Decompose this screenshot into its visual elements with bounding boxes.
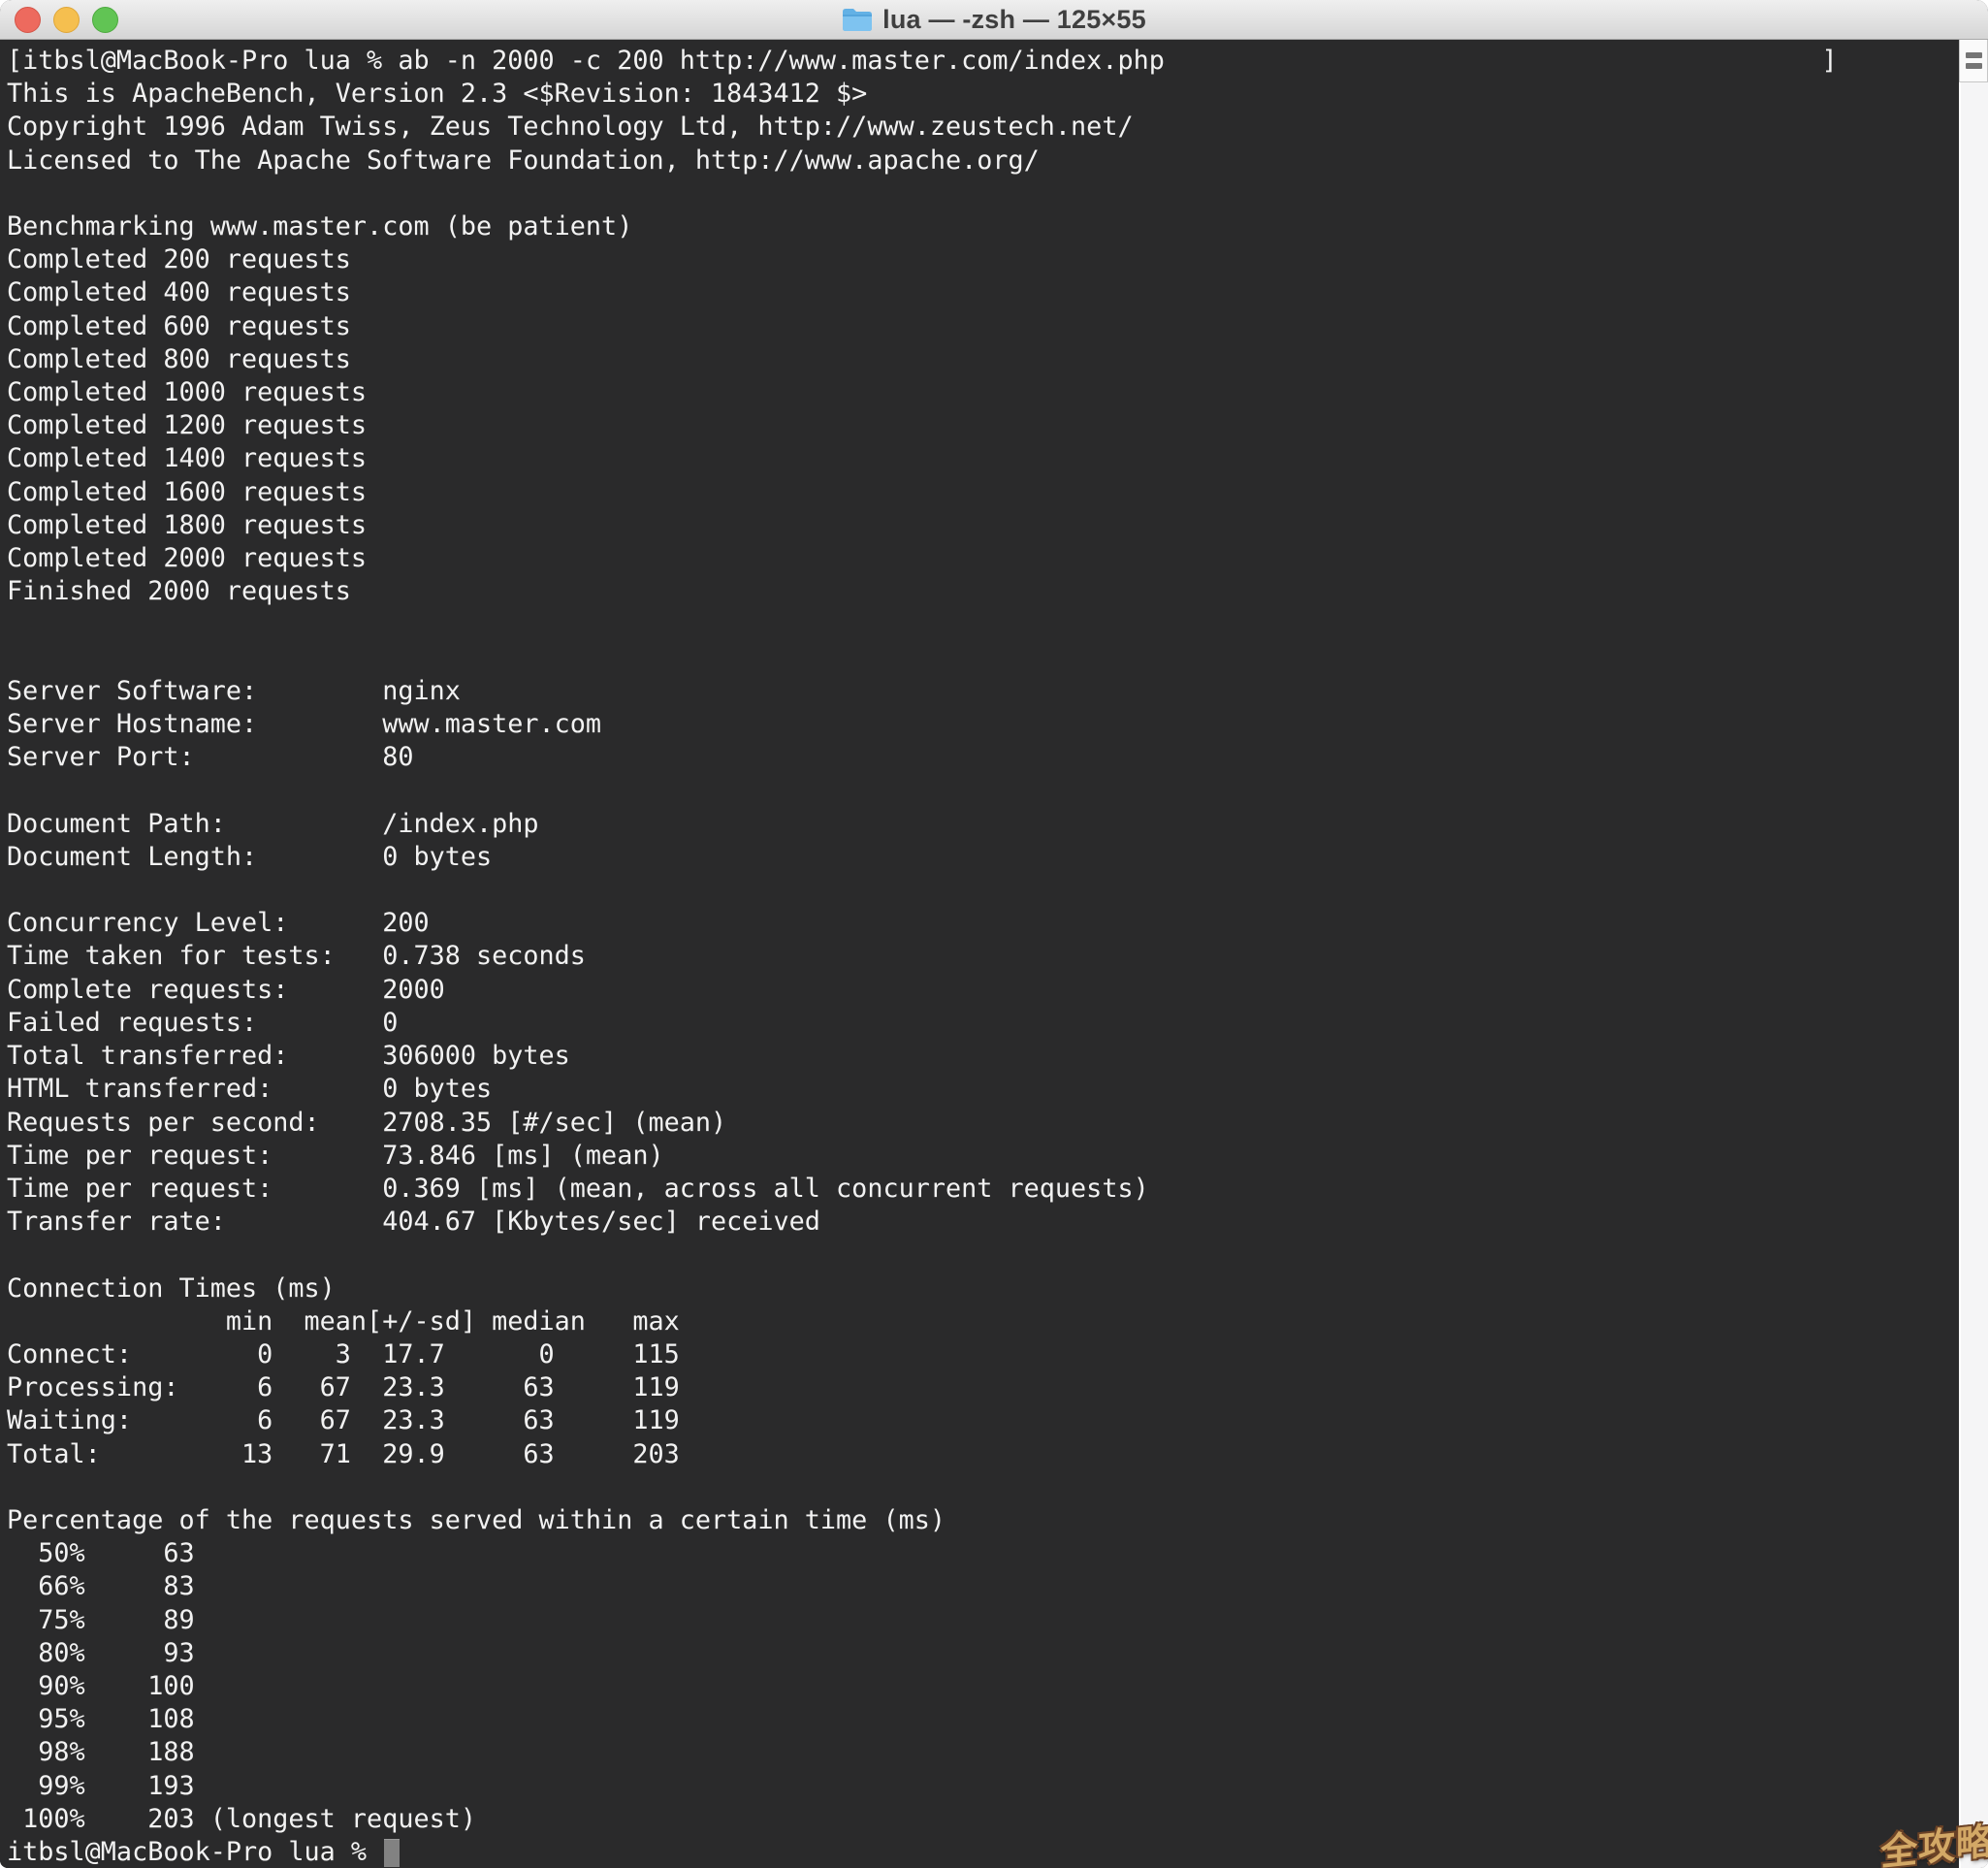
- title-group: lua — -zsh — 125×55: [842, 5, 1146, 35]
- minimize-button[interactable]: [53, 7, 80, 33]
- terminal-output: [itbsl@MacBook-Pro lua % ab -n 2000 -c 2…: [0, 40, 1959, 1836]
- zoom-button[interactable]: [92, 7, 118, 33]
- prompt-text: itbsl@MacBook-Pro lua %: [7, 1837, 382, 1867]
- folder-icon[interactable]: [842, 7, 873, 32]
- titlebar[interactable]: lua — -zsh — 125×55: [0, 0, 1988, 40]
- terminal-cursor: [384, 1839, 400, 1867]
- split-bar-icon: [1966, 52, 1982, 58]
- traffic-lights: [15, 7, 118, 33]
- terminal-content[interactable]: [itbsl@MacBook-Pro lua % ab -n 2000 -c 2…: [0, 40, 1959, 1868]
- scrollbar[interactable]: [1959, 40, 1988, 1868]
- window-title: lua — -zsh — 125×55: [882, 5, 1146, 35]
- terminal-window: lua — -zsh — 125×55 [itbsl@MacBook-Pro l…: [0, 0, 1988, 1868]
- split-pane-button[interactable]: [1959, 40, 1988, 82]
- prompt-line: itbsl@MacBook-Pro lua %: [0, 1836, 1959, 1868]
- close-button[interactable]: [15, 7, 41, 33]
- split-bar-icon: [1966, 63, 1982, 69]
